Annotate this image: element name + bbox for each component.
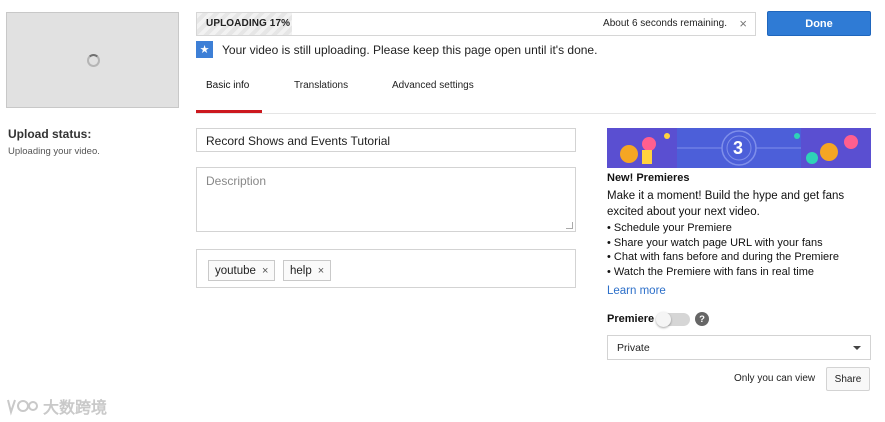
description-placeholder: Description bbox=[206, 174, 267, 188]
tab-bar: Basic info Translations Advanced setting… bbox=[196, 72, 876, 114]
cancel-upload-icon[interactable]: × bbox=[739, 16, 747, 31]
description-input[interactable]: Description bbox=[196, 167, 576, 232]
countdown-number: 3 bbox=[733, 138, 744, 158]
privacy-select[interactable]: Private bbox=[607, 335, 871, 360]
promo-title: New! Premieres bbox=[607, 172, 690, 184]
privacy-selected-value: Private bbox=[617, 342, 650, 354]
promo-description: Make it a moment! Build the hype and get… bbox=[607, 190, 845, 218]
tab-basic-info[interactable]: Basic info bbox=[206, 80, 249, 114]
video-thumbnail bbox=[6, 12, 179, 108]
upload-status-label: Upload status: bbox=[8, 127, 92, 141]
tag-chip: help × bbox=[283, 260, 332, 281]
toggle-knob bbox=[656, 312, 671, 327]
list-item: Schedule your Premiere bbox=[607, 221, 882, 236]
star-icon: ★ bbox=[196, 41, 213, 58]
premieres-banner: 3 bbox=[607, 128, 871, 168]
list-item: Share your watch page URL with your fans bbox=[607, 236, 882, 251]
list-item: Watch the Premiere with fans in real tim… bbox=[607, 265, 882, 280]
share-button[interactable]: Share bbox=[826, 367, 870, 391]
remove-tag-icon[interactable]: × bbox=[262, 265, 268, 277]
tag-label: help bbox=[290, 264, 312, 277]
resize-handle[interactable] bbox=[566, 222, 573, 229]
tags-input[interactable]: youtube × help × bbox=[196, 249, 576, 288]
watermark-text: 大数跨境 bbox=[43, 400, 108, 417]
tag-label: youtube bbox=[215, 264, 256, 277]
list-item: Chat with fans before and during the Pre… bbox=[607, 250, 882, 265]
upload-notice-text: Your video is still uploading. Please ke… bbox=[222, 43, 598, 57]
loading-spinner-icon bbox=[87, 54, 100, 67]
done-button[interactable]: Done bbox=[767, 11, 871, 36]
premiere-label: Premiere bbox=[607, 313, 655, 325]
watermark-icon bbox=[7, 399, 38, 416]
upload-progress-bar: UPLOADING 17% About 6 seconds remaining.… bbox=[196, 12, 756, 36]
learn-more-link[interactable]: Learn more bbox=[607, 285, 666, 297]
help-icon[interactable]: ? bbox=[695, 312, 709, 326]
watermark-logo: 大数跨境 bbox=[6, 394, 107, 418]
tab-translations[interactable]: Translations bbox=[294, 80, 348, 114]
progress-label: UPLOADING 17% bbox=[206, 18, 291, 29]
time-remaining: About 6 seconds remaining. bbox=[603, 18, 727, 29]
premiere-toggle[interactable] bbox=[656, 312, 690, 327]
chevron-down-icon bbox=[853, 346, 861, 350]
tab-advanced-settings[interactable]: Advanced settings bbox=[392, 80, 474, 114]
visibility-note: Only you can view bbox=[734, 373, 816, 384]
title-input[interactable]: Record Shows and Events Tutorial bbox=[196, 128, 576, 152]
upload-status-text: Uploading your video. bbox=[8, 146, 100, 157]
promo-bullets: Schedule your Premiere Share your watch … bbox=[607, 221, 882, 280]
tag-chip: youtube × bbox=[208, 260, 276, 281]
remove-tag-icon[interactable]: × bbox=[318, 265, 324, 277]
active-tab-indicator bbox=[196, 110, 262, 113]
